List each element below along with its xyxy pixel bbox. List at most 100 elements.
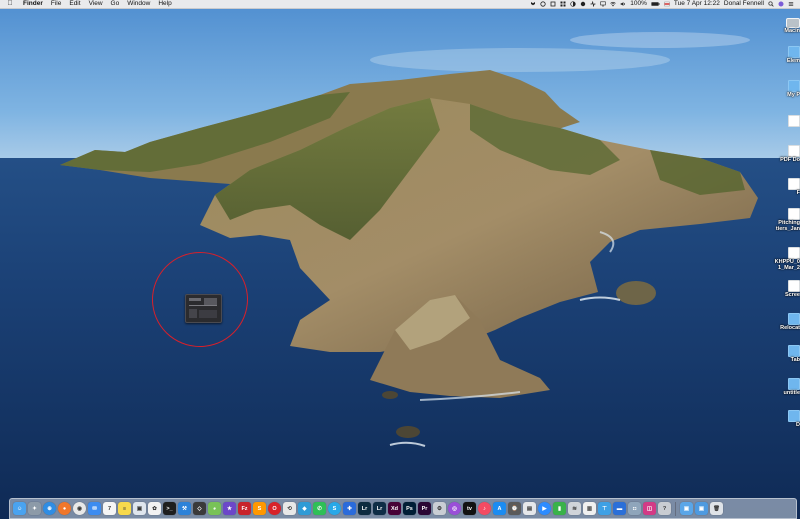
contrast-icon[interactable]: [570, 1, 576, 7]
dock-firefox-icon[interactable]: ●: [58, 502, 71, 515]
dock-mail-icon[interactable]: ✉: [88, 502, 101, 515]
dock-apple-tv-icon[interactable]: tv: [463, 502, 476, 515]
dock-blue-app-icon[interactable]: ✚: [343, 502, 356, 515]
menu-window[interactable]: Window: [127, 0, 150, 8]
dock-xcode-icon[interactable]: ⚒: [178, 502, 191, 515]
dock-podcasts-icon[interactable]: ◎: [448, 502, 461, 515]
dock-safari-icon[interactable]: ⊕: [43, 502, 56, 515]
grid-icon[interactable]: [560, 1, 566, 7]
desktop-icon-label: Elem: [786, 58, 800, 64]
folder-icon: [788, 313, 800, 325]
dock-screen-time-icon[interactable]: ⌚: [508, 502, 521, 515]
dock-photoshop-icon[interactable]: Ps: [403, 502, 416, 515]
battery-icon[interactable]: [651, 1, 660, 7]
menu-file[interactable]: File: [51, 0, 61, 8]
document-icon: [788, 115, 800, 127]
desktop-icon-khppu[interactable]: KHPPU_0 1_Mar_2: [772, 247, 800, 271]
battery-percent[interactable]: 100%: [630, 0, 647, 8]
flag-icon[interactable]: [664, 1, 670, 7]
dock-keynote-icon[interactable]: ▬: [613, 502, 626, 515]
apple-logo-icon[interactable]: : [5, 0, 15, 8]
desktop-icon-label: F: [796, 190, 800, 196]
dock-adobe-xd-icon[interactable]: Xd: [388, 502, 401, 515]
dock-filezilla-icon[interactable]: Fz: [238, 502, 251, 515]
timer-icon[interactable]: [550, 1, 556, 7]
dock-calendar-icon[interactable]: 7: [103, 502, 116, 515]
thumbnail-detail: [189, 309, 197, 318]
menu-edit[interactable]: Edit: [69, 0, 80, 8]
dock-imovie-icon[interactable]: ★: [223, 502, 236, 515]
dock-lightroom-classic-icon[interactable]: Lr: [358, 502, 371, 515]
desktop-icon-relocat[interactable]: Relocat: [776, 313, 800, 331]
menu-help[interactable]: Help: [158, 0, 171, 8]
desktop-icon-screenshot[interactable]: Scree: [776, 280, 800, 298]
desktop-icon-pdf-do[interactable]: PDF Do: [776, 145, 800, 163]
desktop-icon-label: untitle: [783, 390, 800, 396]
dock-notes-icon[interactable]: ≡: [118, 502, 131, 515]
search-icon[interactable]: [768, 1, 774, 7]
dock-blue-window-a-icon[interactable]: ▣: [680, 502, 693, 515]
desktop-icon-f[interactable]: F: [776, 178, 800, 196]
folder-icon: [788, 345, 800, 357]
record-icon[interactable]: [580, 1, 586, 7]
screenshot-thumbnail[interactable]: [185, 294, 222, 323]
dock-preview-icon[interactable]: ▣: [133, 502, 146, 515]
desktop-icon-label: Relocat: [780, 325, 800, 331]
dock-lightroom-icon[interactable]: Lr: [373, 502, 386, 515]
user-name[interactable]: Donal Fennell: [724, 0, 764, 8]
dock-opera-icon[interactable]: O: [268, 502, 281, 515]
dock-trash-icon[interactable]: 🗑: [710, 502, 723, 515]
dock-wifi-util-icon[interactable]: ≋: [568, 502, 581, 515]
desktop-icon-my-p[interactable]: My P: [776, 80, 800, 98]
dock-desk-app-icon[interactable]: ⊤: [598, 502, 611, 515]
dock-zoom-icon[interactable]: ▶: [538, 502, 551, 515]
dock-image-capture-icon[interactable]: ◘: [628, 502, 641, 515]
sync-icon[interactable]: [540, 1, 546, 7]
dock-blue-window-b-icon[interactable]: ▣: [695, 502, 708, 515]
desktop-icon-pitching-tiers[interactable]: Pitching tiers_Jan: [772, 208, 800, 232]
dock-green-app-icon[interactable]: ▮: [553, 502, 566, 515]
desktop-icon-tab[interactable]: Tab: [776, 345, 800, 363]
activity-icon[interactable]: [590, 1, 596, 7]
notification-center-icon[interactable]: [788, 1, 794, 7]
dock-unity-icon[interactable]: ◇: [193, 502, 206, 515]
dock-colour-app-icon[interactable]: ◆: [298, 502, 311, 515]
dock-launchpad-icon[interactable]: ✦: [28, 502, 41, 515]
clock[interactable]: Tue 7 Apr 12:22: [674, 0, 720, 8]
dock-help-app-icon[interactable]: ?: [658, 502, 671, 515]
menu-go[interactable]: Go: [111, 0, 120, 8]
siri-icon[interactable]: [778, 1, 784, 7]
dock-android-studio-icon[interactable]: ◕: [208, 502, 221, 515]
dock-skype-icon[interactable]: S: [328, 502, 341, 515]
dock-pink-app-icon[interactable]: ◫: [643, 502, 656, 515]
menu-finder[interactable]: Finder: [23, 0, 43, 8]
dock-finder-icon[interactable]: ☺: [13, 502, 26, 515]
dock-sublime-icon[interactable]: S: [253, 502, 266, 515]
dock-whatsapp-icon[interactable]: ✆: [313, 502, 326, 515]
desktop-icon-label: Tab: [790, 357, 800, 363]
dock-git-app-icon[interactable]: ⟲: [283, 502, 296, 515]
menu-bar:  Finder File Edit View Go Window Help 1…: [0, 0, 800, 9]
dock-app-store-icon[interactable]: A: [493, 502, 506, 515]
thumbnail-detail: [199, 310, 217, 318]
desktop-icon-label: Scree: [785, 292, 800, 298]
menu-view[interactable]: View: [89, 0, 103, 8]
dock-photos-icon[interactable]: ✿: [148, 502, 161, 515]
dock-music-icon[interactable]: ♪: [478, 502, 491, 515]
airplay-icon[interactable]: [600, 1, 606, 7]
wifi-icon[interactable]: [610, 1, 616, 7]
dock-terminal-icon[interactable]: >_: [163, 502, 176, 515]
desktop-icon-elem[interactable]: Elem: [776, 46, 800, 64]
dock-stats-app-icon[interactable]: ▥: [583, 502, 596, 515]
desktop-icon-d[interactable]: D: [776, 410, 800, 428]
desktop-icon-file[interactable]: [776, 115, 800, 127]
desktop-icon-untitled[interactable]: untitle: [776, 378, 800, 396]
dock-chrome-icon[interactable]: ◉: [73, 502, 86, 515]
volume-icon[interactable]: [620, 1, 626, 7]
status-area: 100% Tue 7 Apr 12:22 Donal Fennell: [530, 0, 794, 8]
dock-printer-icon[interactable]: ▤: [523, 502, 536, 515]
desktop-icon-macintosh-hd[interactable]: Macin: [776, 18, 800, 34]
dock-gear-app-icon[interactable]: ⚙: [433, 502, 446, 515]
dock-premiere-icon[interactable]: Pr: [418, 502, 431, 515]
dropbox-icon[interactable]: [530, 1, 536, 7]
